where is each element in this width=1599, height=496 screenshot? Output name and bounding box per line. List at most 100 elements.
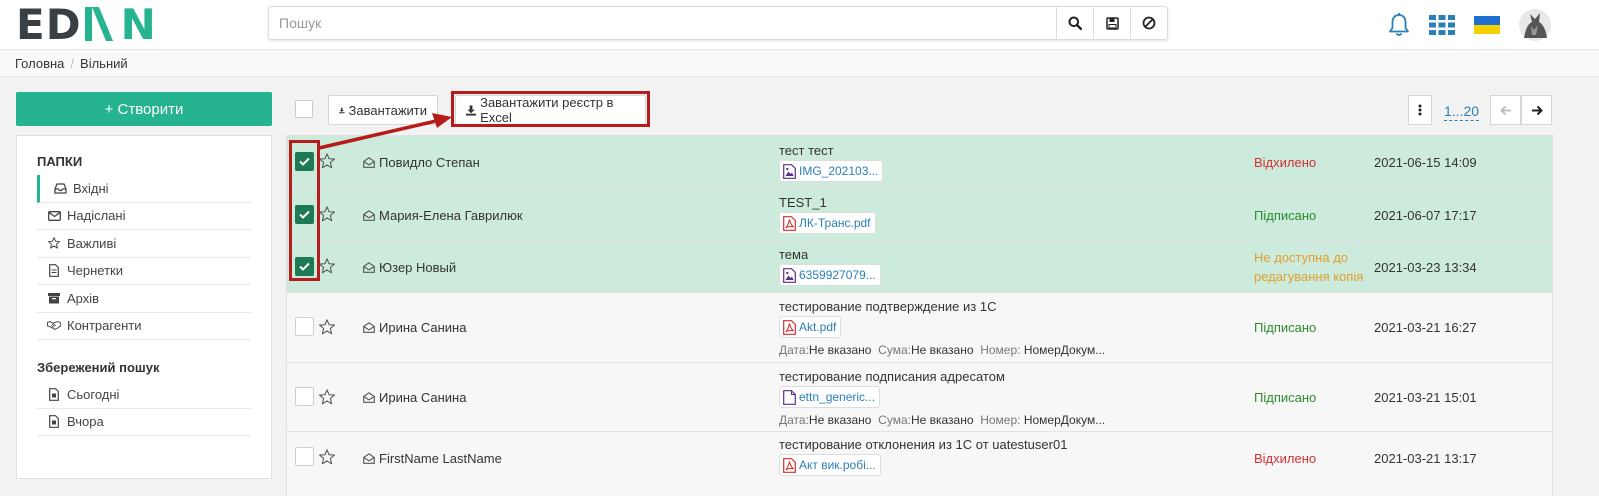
more-options-button[interactable] [1408,95,1432,125]
row-subject[interactable]: тестирование подписания адресатом [779,369,1005,384]
document-list: Повидло Степан тест тест IMG_202103... В… [286,135,1553,496]
pdf-file-icon [783,215,796,231]
floppy-disk-icon [1105,16,1119,30]
search-button[interactable] [1056,7,1093,39]
envelope-open-icon [363,392,375,403]
status-badge: Підписано [1254,390,1317,405]
prev-page-button[interactable] [1490,95,1521,125]
row-subject[interactable]: тестирование отклонения из 1С от uatestu… [779,437,1067,452]
table-row[interactable]: Повидло Степан тест тест IMG_202103... В… [287,136,1552,188]
sidebar-item-sent[interactable]: Надіслані [37,203,251,230]
attachment-chip[interactable]: ЛК-Транс.pdf [779,212,876,234]
create-button[interactable]: + Створити [16,92,272,126]
ukraine-flag-icon [1474,16,1500,34]
sidebar-item-label: Контрагенти [67,318,142,334]
sidebar-item-yesterday[interactable]: Вчора [37,409,251,436]
envelope-open-icon [363,262,375,273]
search-bar [268,6,1168,40]
apps-grid-icon [1429,15,1455,35]
sidebar-item-important[interactable]: Важливі [37,230,251,258]
clear-search-button[interactable] [1130,7,1167,39]
archive-icon [47,292,61,304]
sender-name: Мария-Елена Гаврилюк [379,208,523,223]
meta-sum-value: Не вказано [910,413,974,427]
star-icon[interactable] [319,153,335,169]
sidebar-item-inbox[interactable]: Вхідні [37,175,251,203]
next-page-button[interactable] [1521,95,1552,125]
table-row[interactable]: Ирина Санина тестирование подписания адр… [287,363,1552,432]
table-row[interactable]: Мария-Елена Гаврилюк TEST_1 ЛК-Транс.pdf… [287,188,1552,241]
star-icon[interactable] [319,389,335,405]
row-date: 2021-03-23 13:34 [1374,260,1477,275]
saved-doc-icon [47,387,61,401]
logo-i-mark [84,7,113,41]
meta-sum-label: Сума: [878,413,911,427]
star-icon[interactable] [319,258,335,274]
pdf-file-icon [783,457,796,473]
meta-date-label: Дата: [779,413,809,427]
row-checkbox[interactable] [295,447,314,466]
sidebar-item-label: Вчора [67,414,104,430]
language-switch[interactable] [1472,10,1502,40]
sidebar-item-today[interactable]: Сьогодні [37,381,251,409]
star-icon[interactable] [319,206,335,222]
apps-menu-button[interactable] [1427,10,1457,40]
envelope-icon [47,210,61,221]
sidebar-item-archive[interactable]: Архів [37,285,251,313]
user-avatar[interactable] [1517,7,1553,43]
row-checkbox[interactable] [295,387,314,406]
edin-logo[interactable]: ED N [16,0,157,49]
star-icon[interactable] [319,449,335,465]
draft-icon [47,264,61,278]
sender-name: Повидло Степан [379,155,480,170]
row-sender: Повидло Степан [363,155,480,170]
attachment-chip[interactable]: ettn_generic... [779,386,881,408]
image-file-icon [783,163,796,179]
download-button-label: Завантажити [348,102,427,118]
row-subject[interactable]: TEST_1 [779,195,827,210]
row-subject[interactable]: тест тест [779,143,834,158]
ban-icon [1142,16,1156,30]
sidebar-item-drafts[interactable]: Чернетки [37,258,251,285]
attachment-chip[interactable]: Akt.pdf [779,316,842,338]
pagination-range[interactable]: 1...20 [1444,102,1480,121]
row-subject[interactable]: тема [779,247,808,262]
envelope-open-icon [363,210,375,221]
download-button[interactable]: Завантажити [328,95,438,125]
doc-file-icon [783,389,796,405]
sender-name: Ирина Санина [379,390,467,405]
search-input[interactable] [269,7,1056,39]
sender-name: FirstName LastName [379,451,502,466]
avatar-image [1519,9,1551,41]
meta-number-label: Номер: [980,343,1021,357]
folders-heading: ПАПКИ [37,154,83,169]
status-badge: Відхилено [1254,155,1317,170]
arrow-left-icon [1499,105,1511,115]
row-date: 2021-03-21 15:01 [1374,390,1477,405]
row-subject[interactable]: тестирование подтверждение из 1С [779,299,996,314]
row-checkbox[interactable] [295,317,314,336]
sidebar-item-contractors[interactable]: Контрагенти [37,313,251,340]
notifications-button[interactable] [1384,10,1414,40]
table-row[interactable]: Ирина Санина тестирование подтверждение … [287,293,1552,363]
attachment-name: IMG_202103... [799,164,879,178]
table-row[interactable]: Юзер Новый тема 6359927079... Не доступн… [287,241,1552,293]
selected-checkboxes-highlight [289,140,320,281]
select-all-checkbox[interactable] [295,100,313,118]
pdf-file-icon [783,319,796,335]
breadcrumb-home[interactable]: Головна [15,56,64,71]
row-meta: Дата:Не вказано Сума:Не вказано Номер: Н… [779,413,1105,427]
star-icon[interactable] [319,319,335,335]
save-search-button[interactable] [1093,7,1130,39]
attachment-chip[interactable]: Акт вик.робі... [779,454,881,476]
attachment-name: Акт вик.робі... [799,458,876,472]
sidebar: ПАПКИ Вхідні Надіслані Важливі Чернетки … [16,135,272,479]
row-sender: Ирина Санина [363,390,466,405]
row-sender: Мария-Елена Гаврилюк [363,208,523,223]
bell-icon [1389,13,1409,36]
attachment-chip[interactable]: 6359927079... [779,264,881,286]
inbox-icon [53,183,67,194]
table-row[interactable]: FirstName LastName тестирование отклонен… [287,432,1552,496]
sender-name: Ирина Санина [379,320,467,335]
attachment-chip[interactable]: IMG_202103... [779,160,884,182]
